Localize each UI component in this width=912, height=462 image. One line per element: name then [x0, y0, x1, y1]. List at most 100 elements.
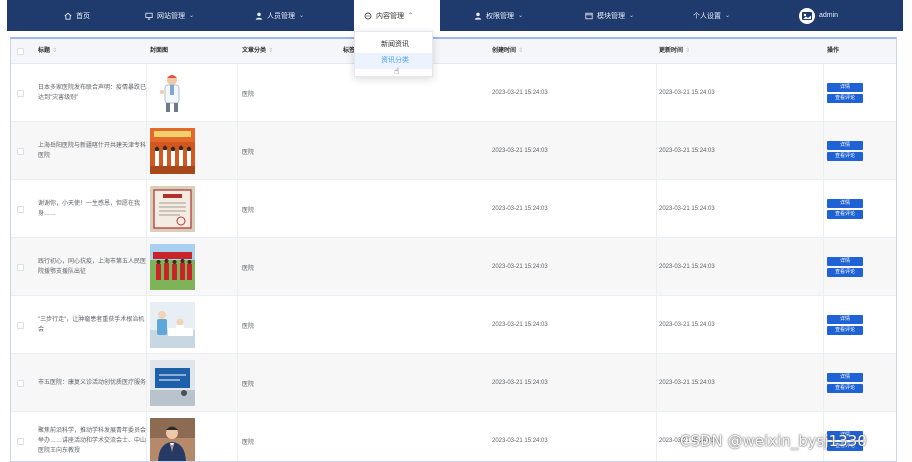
- row-checkbox-cell[interactable]: [17, 122, 24, 180]
- checkbox[interactable]: [17, 321, 24, 329]
- actions-cell: 详情 查看评论: [827, 238, 863, 296]
- title-cell: 聚焦前沿科学，推动学科发展青年委员会举办……讲座活动和学术交流会士、中山医院王向…: [38, 412, 147, 461]
- nav-item-personal-settings[interactable]: 个人设置 ⌄: [693, 0, 730, 31]
- nav-label: 个人设置: [693, 12, 721, 20]
- checkbox[interactable]: [17, 263, 24, 271]
- column-header-created[interactable]: 创建时间 ⇕: [492, 39, 523, 64]
- column-divider: [823, 64, 824, 461]
- nav-item-module-management[interactable]: 模块管理 ⌄: [585, 0, 634, 31]
- header-label: 创建时间: [492, 48, 517, 54]
- table-row[interactable]: 践行初心，同心抗疫，上海市第五人民医院援鄂支援队出征 医院 2023-03-21…: [11, 238, 896, 296]
- category-cell: 医院: [242, 296, 254, 354]
- detail-button[interactable]: 详情: [827, 257, 863, 266]
- category-cell: 医院: [242, 354, 254, 412]
- row-checkbox-cell[interactable]: [17, 296, 24, 354]
- checkbox[interactable]: [17, 89, 24, 97]
- updated-cell: 2023-03-21 15:24:03: [659, 296, 715, 354]
- view-comments-button[interactable]: 查看评论: [827, 384, 863, 393]
- created-time: 2023-03-21 15:24:03: [492, 206, 548, 212]
- table-row[interactable]: 谢谢你，小天使！一生感恩，但愿在我身…… 医院 2023-03-21 15:24…: [11, 180, 896, 238]
- article-title: 聚焦前沿科学，推动学科发展青年委员会举办……讲座活动和学术交流会士、中山医院王向…: [38, 428, 147, 454]
- detail-button[interactable]: 详情: [827, 199, 863, 208]
- home-icon: [64, 12, 72, 20]
- category-cell: 医院: [242, 122, 254, 180]
- detail-button[interactable]: 详情: [827, 373, 863, 382]
- chevron-down-icon: ⌄: [629, 13, 635, 19]
- column-header-updated[interactable]: 更新时间 ⇕: [659, 39, 690, 64]
- sort-icon[interactable]: ⇕: [52, 48, 57, 54]
- view-comments-button[interactable]: 查看评论: [827, 268, 863, 277]
- table-row[interactable]: "三步行走"，让肿瘤患者重获手术根治机会 医院 2023-03-21 15:24…: [11, 296, 896, 354]
- window-icon: [585, 12, 593, 20]
- user-menu[interactable]: admin: [799, 0, 838, 31]
- row-checkbox-cell[interactable]: [17, 180, 24, 238]
- category-text: 医院: [242, 207, 255, 214]
- row-checkbox-cell[interactable]: [17, 354, 24, 412]
- column-header-title[interactable]: 标题 ⇕: [38, 39, 57, 64]
- avatar: [799, 7, 815, 24]
- sort-icon[interactable]: ⇕: [518, 48, 523, 54]
- category-cell: 医院: [242, 64, 254, 122]
- view-comments-button[interactable]: 查看评论: [827, 326, 863, 335]
- cover-cell: [150, 64, 195, 122]
- table-row[interactable]: 市五医院：康复义诊活动创优质医疗服务 医院 2023-03-21 15:24:0…: [11, 354, 896, 412]
- view-comments-button[interactable]: 查看评论: [827, 94, 863, 103]
- row-checkbox-cell[interactable]: [17, 238, 24, 296]
- nav-label: 内容管理: [376, 12, 404, 20]
- view-comments-button[interactable]: 查看评论: [827, 152, 863, 161]
- updated-cell: 2023-03-21 15:24:03: [659, 180, 715, 238]
- checkbox[interactable]: [17, 205, 24, 213]
- title-cell: 上海岳阳医院与新疆喀什开共建天津专科医院: [38, 122, 146, 180]
- actions-cell: 详情 查看评论: [827, 180, 863, 238]
- checkbox[interactable]: [17, 437, 24, 445]
- actions-cell: 详情 查看评论: [827, 296, 863, 354]
- detail-button[interactable]: 详情: [827, 315, 863, 324]
- select-all-checkbox[interactable]: [17, 39, 24, 64]
- monitor-icon: [145, 12, 153, 20]
- cover-cell: [150, 180, 195, 238]
- header-label: 封面图: [150, 48, 169, 54]
- category-text: 医院: [242, 323, 255, 330]
- dropdown-item-news[interactable]: 新闻资讯: [355, 37, 432, 53]
- table-header: 标题 ⇕ 封面图 文章分类 ⇕ 标签 创建时间 ⇕ 更新时间 ⇕ 操作: [11, 39, 896, 64]
- updated-time: 2023-03-21 15:24:03: [659, 206, 715, 212]
- article-title: 践行初心，同心抗疫，上海市第五人民医院援鄂支援队出征: [38, 259, 147, 275]
- view-comments-button[interactable]: 查看评论: [827, 210, 863, 219]
- updated-cell: 2023-03-21 15:24:03: [659, 122, 715, 180]
- nav-item-staff-management[interactable]: 人员管理 ⌄: [255, 0, 304, 31]
- chevron-down-icon: ⌄: [189, 13, 195, 19]
- nav-item-home[interactable]: 首页: [64, 0, 90, 31]
- updated-cell: 2023-03-21 15:24:03: [659, 238, 715, 296]
- user-icon: [255, 12, 263, 20]
- table-row[interactable]: 日本多家医院发布联合声明：疫情暴跌已达到"灾害级别" 医院 2023-03-21…: [11, 64, 896, 122]
- header-label: 操作: [827, 48, 840, 54]
- cover-image: [150, 418, 195, 461]
- column-header-cover: 封面图: [150, 39, 168, 64]
- user-icon: [474, 12, 482, 20]
- sort-icon[interactable]: ⇕: [268, 48, 273, 54]
- sort-icon[interactable]: ⇕: [685, 48, 690, 54]
- article-title: "三步行走"，让肿瘤患者重获手术根治机会: [38, 317, 145, 333]
- detail-button[interactable]: 详情: [827, 141, 863, 150]
- nav-label: 网站管理: [157, 12, 185, 20]
- row-checkbox-cell[interactable]: [17, 64, 24, 122]
- nav-label: 模块管理: [597, 12, 625, 20]
- actions-cell: 详情 查看评论: [827, 354, 863, 412]
- title-cell: 日本多家医院发布联合声明：疫情暴跌已达到"灾害级别": [38, 64, 146, 122]
- checkbox[interactable]: [17, 147, 24, 155]
- checkbox[interactable]: [17, 379, 24, 387]
- column-header-category[interactable]: 文章分类 ⇕: [242, 39, 273, 64]
- article-title: 市五医院：康复义诊活动创优质医疗服务: [38, 380, 147, 386]
- detail-button[interactable]: 详情: [827, 83, 863, 92]
- nav-item-site-management[interactable]: 网站管理 ⌄: [145, 0, 194, 31]
- nav-label: 首页: [76, 12, 90, 20]
- updated-time: 2023-03-21 15:24:03: [659, 264, 715, 270]
- username: admin: [819, 12, 839, 19]
- article-title: 上海岳阳医院与新疆喀什开共建天津专科医院: [38, 143, 147, 159]
- checkbox[interactable]: [17, 48, 24, 55]
- table-row[interactable]: 上海岳阳医院与新疆喀什开共建天津专科医院 医院 2023-03-21 15:24…: [11, 122, 896, 180]
- nav-item-content-management[interactable]: 内容管理 ⌃: [354, 0, 440, 31]
- column-divider: [237, 64, 238, 461]
- nav-item-permission-management[interactable]: 权限管理 ⌄: [474, 0, 523, 31]
- row-checkbox-cell[interactable]: [17, 412, 24, 461]
